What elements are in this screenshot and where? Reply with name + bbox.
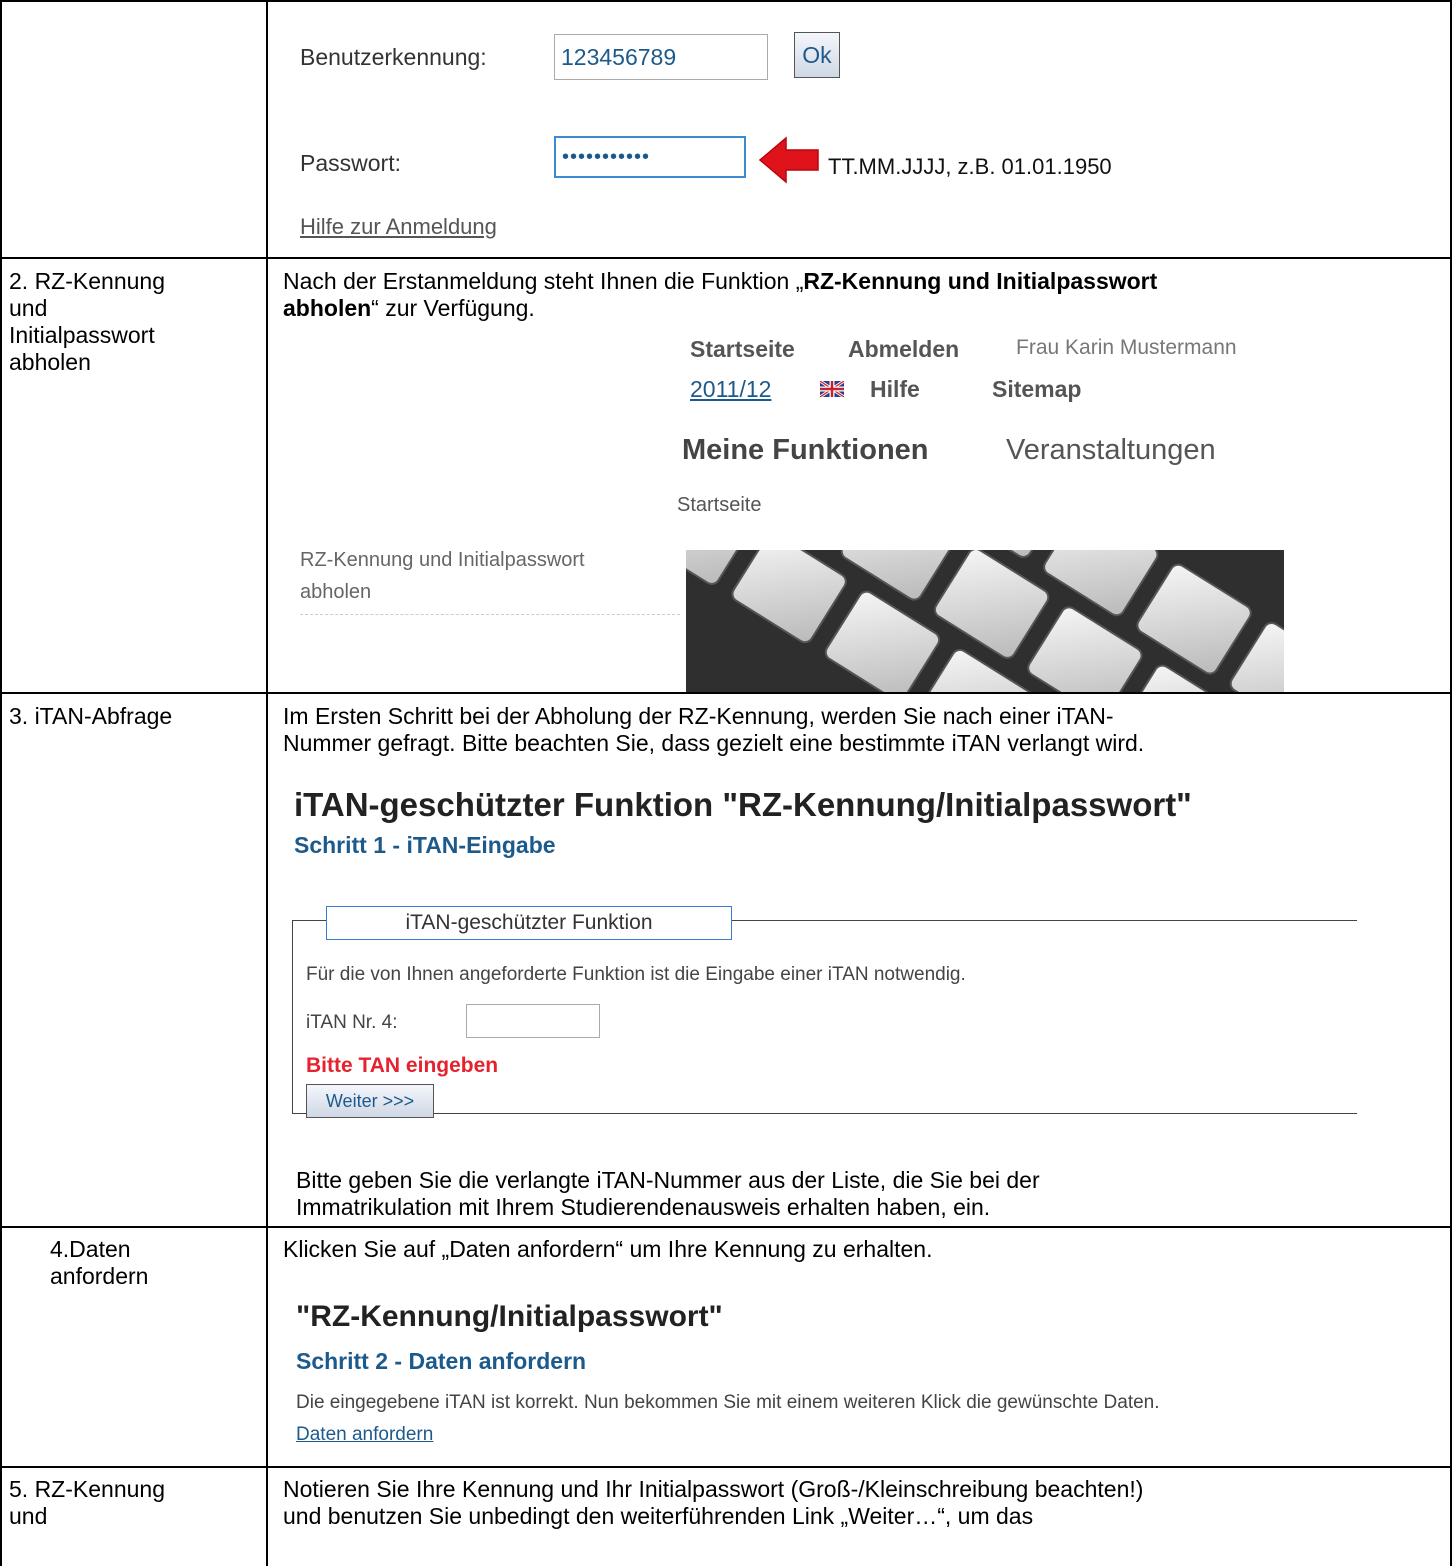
semester-link[interactable]: 2011/12 [690,376,771,403]
itan-next-button[interactable]: Weiter >>> [306,1084,434,1118]
user-name: Frau Karin Mustermann [1016,336,1237,359]
data-request-info: Die eingegebene iTAN ist korrekt. Nun be… [296,1392,1160,1413]
row-label-itan: 3. iTAN-Abfrage [9,703,173,729]
row-divider [1,1466,1452,1468]
ok-button[interactable]: Ok [794,32,840,78]
menu-item-rz-kennung[interactable]: RZ-Kennung und Initialpasswort abholen [300,544,680,615]
column-divider [266,0,268,1566]
tab-my-functions[interactable]: Meine Funktionen [682,434,929,467]
data-request-step-heading: Schritt 2 - Daten anfordern [296,1348,587,1374]
row-label-rz-kennung: 2. RZ-Kennung und Initialpasswort abhole… [9,268,165,375]
row-divider [1,1226,1452,1228]
user-id-label: Benutzerkennung: [300,44,487,70]
itan-title: iTAN-geschützter Funktion "RZ-Kennung/In… [294,786,1192,823]
user-id-input[interactable] [554,34,768,80]
row-text-data-request: Klicken Sie auf „Daten anfordern“ um Ihr… [283,1236,933,1262]
itan-field-label: iTAN Nr. 4: [306,1012,398,1033]
arrow-left-icon [758,136,819,184]
english-flag-icon[interactable] [820,381,844,397]
itan-error-message: Bitte TAN eingeben [306,1054,499,1077]
row-divider [1,692,1452,694]
itan-screenshot: iTAN-geschützter Funktion "RZ-Kennung/In… [280,780,1360,1150]
breadcrumb: Startseite [677,494,762,516]
nav-start-link[interactable]: Startseite [690,336,795,363]
itan-step-heading: Schritt 1 - iTAN-Eingabe [294,832,556,858]
table-border-top [1,0,1452,2]
login-help-link[interactable]: Hilfe zur Anmeldung [300,214,497,240]
keyboard-image [686,550,1284,692]
data-request-screenshot: "RZ-Kennung/Initialpasswort" Schritt 2 -… [296,1290,1446,1465]
row-text-itan: Im Ersten Schritt bei der Abholung der R… [283,703,1145,756]
itan-fieldset-legend: iTAN-geschützter Funktion [326,906,732,940]
data-request-title: "RZ-Kennung/Initialpasswort" [296,1300,723,1333]
row-divider [1,257,1452,259]
table-border-left [0,0,2,1566]
password-input[interactable] [554,136,746,178]
portal-screenshot: Startseite Abmelden Frau Karin Musterman… [300,330,1284,692]
nav-logout-link[interactable]: Abmelden [848,336,959,363]
login-screenshot: Benutzerkennung: Ok Passwort: TT.MM.JJJJ… [300,30,1300,239]
nav-help-link[interactable]: Hilfe [870,376,920,403]
itan-fieldset [292,920,1357,1114]
password-label: Passwort: [300,150,401,176]
itan-info-text: Für die von Ihnen angeforderte Funktion … [306,964,966,985]
table-border-right [1450,0,1452,1566]
password-format-hint: TT.MM.JJJJ, z.B. 01.01.1950 [828,154,1112,179]
row-text-notieren: Notieren Sie Ihre Kennung und Ihr Initia… [283,1476,1144,1529]
nav-sitemap-link[interactable]: Sitemap [992,376,1081,403]
row-text-itan-after: Bitte geben Sie die verlangte iTAN-Numme… [296,1167,1040,1220]
row-text-rz-kennung: Nach der Erstanmeldung steht Ihnen die F… [283,268,1158,321]
tab-events[interactable]: Veranstaltungen [1006,434,1216,467]
itan-input[interactable] [466,1004,600,1038]
row-label-rz-kennung-notieren: 5. RZ-Kennung und [9,1476,165,1529]
data-request-link[interactable]: Daten anfordern [296,1424,433,1446]
row-label-data-request: 4.Daten anfordern [50,1236,149,1289]
